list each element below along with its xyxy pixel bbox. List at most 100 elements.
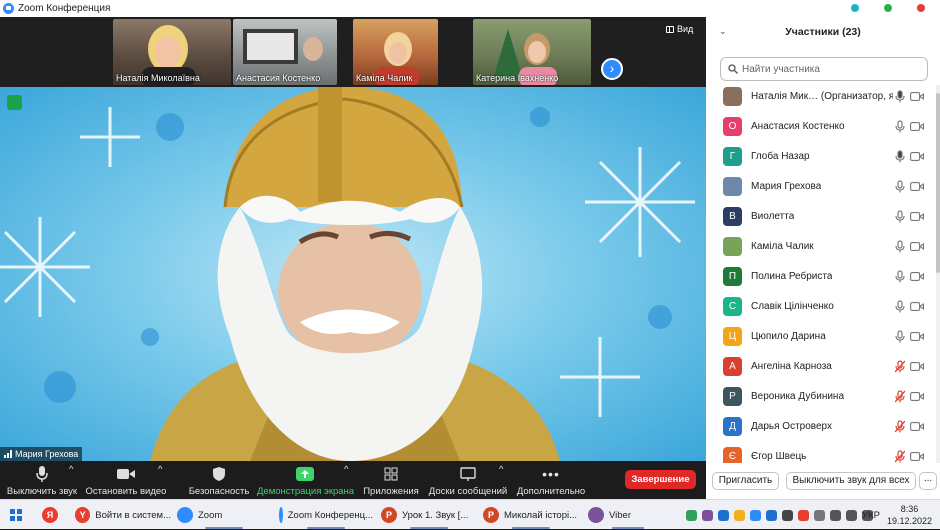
tray-app-icon[interactable] — [686, 509, 697, 521]
taskbar-item-label: Zoom — [198, 509, 223, 521]
video-camera-off-icon[interactable] — [910, 452, 924, 461]
chevron-up-icon[interactable] — [814, 509, 825, 521]
microphone-muted-icon[interactable] — [895, 420, 905, 433]
taskbar-item[interactable]: Zoom — [177, 500, 271, 530]
taskbar-item[interactable]: Zoom Конференц... — [279, 500, 373, 530]
microphone-icon[interactable] — [895, 270, 905, 283]
participant-thumbnail[interactable]: Катерина Івахненко — [473, 19, 591, 85]
video-camera-off-icon[interactable] — [910, 152, 924, 161]
chevron-up-icon[interactable]: ^ — [499, 464, 503, 475]
participant-row[interactable]: Наталія Мик… (Организатор, я) — [706, 85, 936, 112]
shield-check-icon[interactable] — [7, 95, 22, 110]
microphone-icon[interactable] — [895, 120, 905, 133]
participant-row[interactable]: Р Вероника Дубинина — [706, 382, 936, 412]
participant-row[interactable]: Ц Цюпило Дарина — [706, 322, 936, 352]
video-camera-off-icon[interactable] — [910, 122, 924, 131]
maximize-button[interactable] — [884, 4, 892, 12]
participant-search[interactable] — [720, 57, 928, 81]
close-button[interactable] — [917, 4, 925, 12]
invite-button[interactable]: Пригласить — [712, 472, 779, 490]
microphone-muted-icon[interactable] — [895, 360, 905, 373]
bluetooth-icon[interactable] — [766, 509, 777, 521]
participant-row[interactable]: Д Дарья Островерх — [706, 412, 936, 442]
whiteboard-button[interactable]: Доски сообщений — [428, 464, 508, 497]
participant-row[interactable]: Г Глоба Назар — [706, 142, 936, 172]
video-camera-off-icon[interactable] — [910, 392, 924, 401]
microphone-icon[interactable] — [895, 150, 905, 163]
thumbnail-name: Катерина Івахненко — [476, 73, 559, 83]
microphone-muted-icon[interactable] — [895, 450, 905, 463]
meeting-toolbar: Выключить звук ^ Остановить видео ^ Безо… — [0, 461, 706, 499]
tray-app-icon[interactable] — [782, 509, 793, 521]
microphone-icon[interactable] — [895, 240, 905, 253]
video-camera-off-icon[interactable] — [910, 242, 924, 251]
participant-list: Наталія Мик… (Организатор, я) О Анастасия … — [706, 85, 936, 463]
video-camera-off-icon[interactable] — [910, 422, 924, 431]
microphone-icon[interactable] — [895, 330, 905, 343]
apps-button[interactable]: Приложения — [362, 464, 420, 497]
tray-app-icon[interactable] — [750, 509, 761, 521]
microphone-icon[interactable] — [895, 300, 905, 313]
clock[interactable]: 8:36 19.12.2022 — [887, 503, 932, 527]
participant-row[interactable]: В Виолетта — [706, 202, 936, 232]
participant-thumbnail[interactable]: Каміла Чалик — [353, 19, 438, 85]
participant-list-scrollbar[interactable] — [936, 85, 940, 463]
tray-app-icon[interactable] — [702, 509, 713, 521]
video-camera-off-icon[interactable] — [910, 212, 924, 221]
chevron-up-icon[interactable]: ^ — [344, 464, 348, 475]
battery-icon[interactable] — [830, 509, 841, 521]
video-camera-off-icon[interactable] — [910, 182, 924, 191]
mute-button[interactable]: Выключить звук — [6, 464, 78, 497]
wifi-icon[interactable] — [846, 509, 857, 521]
search-input[interactable] — [742, 63, 912, 75]
participant-thumbnail[interactable]: Анастасия Костенко — [233, 19, 337, 85]
stop-video-button[interactable]: Остановить видео — [85, 464, 167, 497]
participant-row[interactable]: О Анастасия Костенко — [706, 112, 936, 142]
tray-app-icon[interactable] — [798, 509, 809, 521]
participant-row[interactable]: С Славік Цілінченко — [706, 292, 936, 322]
participants-footer: Пригласить Выключить звук для всех ... — [706, 469, 940, 499]
tray-app-icon[interactable] — [718, 509, 729, 521]
minimize-button[interactable] — [851, 4, 859, 12]
taskbar-item[interactable]: Y Войти в систем... — [75, 500, 171, 530]
speaker-name: Мария Грехова — [15, 449, 79, 459]
participant-row[interactable]: Мария Грехова — [706, 172, 936, 202]
chevron-up-icon[interactable]: ^ — [69, 464, 73, 475]
video-camera-off-icon[interactable] — [910, 92, 924, 101]
microphone-icon[interactable] — [895, 90, 905, 103]
system-tray — [686, 500, 878, 530]
taskbar-yandex-browser[interactable]: Я — [42, 500, 63, 530]
taskbar-item[interactable]: P Урок 1. Звук [... — [381, 500, 477, 530]
participant-row[interactable]: Каміла Чалик — [706, 232, 936, 262]
thumbnail-name: Каміла Чалик — [356, 73, 413, 83]
start-button[interactable] — [10, 500, 22, 530]
microphone-muted-icon[interactable] — [895, 390, 905, 403]
participant-row[interactable]: А Ангеліна Карноза — [706, 352, 936, 382]
microphone-icon[interactable] — [895, 210, 905, 223]
video-camera-off-icon[interactable] — [910, 272, 924, 281]
viber-icon — [588, 507, 604, 523]
video-camera-off-icon[interactable] — [910, 332, 924, 341]
tray-app-icon[interactable] — [734, 509, 745, 521]
participant-thumbnail[interactable]: Наталія Миколаївна — [113, 19, 231, 85]
chevron-right-icon[interactable]: › — [601, 58, 623, 80]
more-options-button[interactable]: ... — [919, 472, 937, 490]
participant-row[interactable]: П Полина Ребриста — [706, 262, 936, 292]
video-camera-off-icon[interactable] — [910, 362, 924, 371]
participant-row[interactable]: Є Єгор Швець — [706, 442, 936, 463]
clock-time: 8:36 — [900, 504, 919, 514]
more-button[interactable]: ••• Дополнительно — [516, 464, 586, 497]
security-button[interactable]: Безопасность — [188, 464, 250, 497]
mute-all-button[interactable]: Выключить звук для всех — [786, 472, 916, 490]
taskbar-item-label: Войти в систем... — [95, 509, 171, 521]
taskbar-item[interactable]: P Миколай історі... — [483, 500, 579, 530]
view-button[interactable]: Вид — [666, 24, 693, 34]
microphone-icon[interactable] — [895, 180, 905, 193]
video-camera-off-icon[interactable] — [910, 302, 924, 311]
chevron-up-icon[interactable]: ^ — [158, 464, 162, 475]
end-meeting-button[interactable]: Завершение — [625, 470, 696, 489]
taskbar-item[interactable]: Viber — [588, 500, 668, 530]
avatar — [723, 177, 742, 196]
language-indicator[interactable]: УКР — [862, 500, 880, 530]
share-screen-button[interactable]: Демонстрация экрана — [257, 464, 354, 497]
